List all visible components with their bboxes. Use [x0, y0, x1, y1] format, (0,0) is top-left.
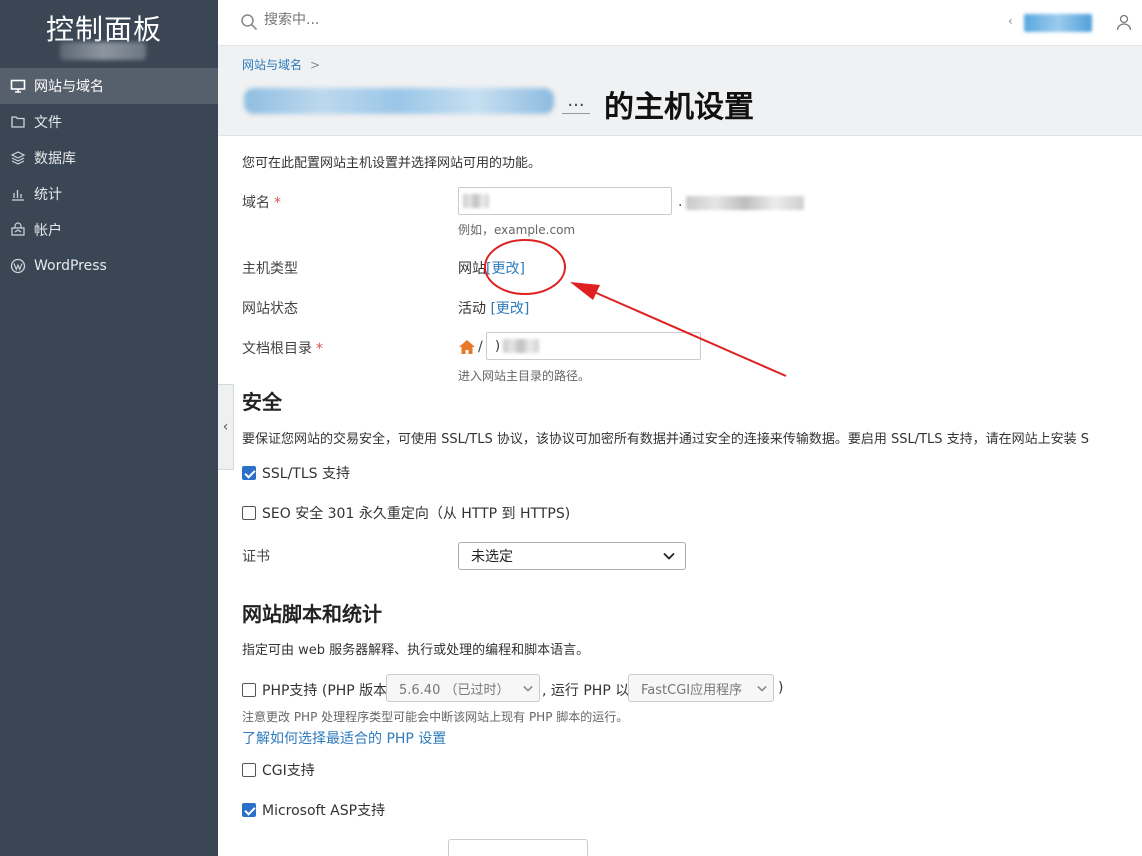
- docroot-slash: /: [478, 339, 483, 355]
- certificate-label: 证书: [242, 549, 270, 565]
- sidebar-item-files[interactable]: 文件: [0, 104, 218, 140]
- database-icon: [10, 150, 26, 166]
- php-support-option: PHP支持 (PHP 版本: [242, 680, 387, 700]
- domain-label: 域名 *: [242, 192, 281, 212]
- sidebar-item-label: 帐户: [34, 223, 62, 239]
- change-site-status-link[interactable]: [更改]: [490, 301, 529, 317]
- seo-redirect-label: SEO 安全 301 永久重定向（从 HTTP 到 HTTPS): [262, 506, 571, 522]
- form-intro: 您可在此配置网站主机设置并选择网站可用的功能。: [242, 156, 542, 171]
- security-description: 要保证您网站的交易安全，可使用 SSL/TLS 协议，该协议可加密所有数据并通过…: [242, 432, 1090, 447]
- subdomain-input[interactable]: [458, 187, 672, 215]
- search-icon: [240, 13, 258, 35]
- docroot-value: ): [495, 339, 501, 354]
- domain-label-text: 域名: [242, 195, 270, 211]
- title-ellipsis-button[interactable]: ...: [562, 90, 590, 114]
- search-input[interactable]: [264, 12, 564, 28]
- required-mark: *: [316, 341, 323, 357]
- user-icon[interactable]: [1116, 13, 1132, 35]
- username-redacted[interactable]: [1024, 14, 1092, 32]
- sidebar-item-label: 数据库: [34, 151, 76, 167]
- topbar: ‹: [218, 0, 1142, 46]
- docroot-hint: 进入网站主目录的路径。: [458, 369, 591, 383]
- asp-label: Microsoft ASP支持: [262, 803, 386, 819]
- annotation-arrow-head: [570, 282, 600, 300]
- change-host-type-link[interactable]: [更改]: [486, 261, 525, 277]
- php-note: 注意更改 PHP 处理程序类型可能会中断该网站上现有 PHP 脚本的运行。: [242, 710, 629, 724]
- bar-chart-icon: [10, 186, 26, 202]
- sidebar-item-label: 网站与域名: [34, 79, 104, 95]
- sidebar-item-label: 统计: [34, 187, 62, 203]
- monitor-icon: [10, 78, 26, 94]
- chevron-down-icon: [663, 548, 675, 564]
- chevron-down-icon: [757, 681, 767, 696]
- site-status-value: 活动: [458, 301, 486, 317]
- site-status-label: 网站状态: [242, 301, 298, 317]
- site-status-value-row: 活动 [更改]: [458, 298, 529, 318]
- ssl-checkbox[interactable]: [242, 466, 256, 480]
- docroot-value-redacted: [503, 339, 539, 353]
- sidebar-brand: 控制面板: [0, 0, 218, 68]
- page-header: 网站与域名 > ... 的主机设置: [218, 46, 1142, 136]
- sidebar-item-label: 文件: [34, 115, 62, 131]
- chevron-left-icon[interactable]: ‹: [1008, 14, 1013, 28]
- security-section-title: 安全: [242, 390, 282, 414]
- folder-icon: [10, 114, 26, 130]
- php-handler-select[interactable]: FastCGI应用程序: [628, 674, 774, 702]
- required-mark: *: [274, 195, 281, 211]
- docroot-label-text: 文档根目录: [242, 341, 312, 357]
- sidebar-collapse-toggle[interactable]: ‹: [218, 384, 234, 470]
- ssl-option[interactable]: SSL/TLS 支持: [242, 463, 350, 483]
- chevron-left-icon: ‹: [222, 419, 229, 435]
- chevron-down-icon: [523, 681, 533, 696]
- cgi-option[interactable]: CGI支持: [242, 760, 315, 780]
- php-support-checkbox[interactable]: [242, 683, 256, 697]
- php-version-value: 5.6.40 （已过时）: [399, 682, 510, 698]
- sidebar-item-websites-domains[interactable]: 网站与域名: [0, 68, 218, 104]
- docroot-label: 文档根目录 *: [242, 338, 323, 358]
- host-type-value: 网站: [458, 261, 486, 277]
- php-run-label: , 运行 PHP 以: [542, 683, 630, 699]
- php-close-paren: ): [778, 680, 784, 696]
- domain-name-redacted: [244, 88, 554, 114]
- scripts-description: 指定可由 web 服务器解释、执行或处理的编程和脚本语言。: [242, 643, 590, 658]
- sidebar-item-databases[interactable]: 数据库: [0, 140, 218, 176]
- sidebar-item-statistics[interactable]: 统计: [0, 176, 218, 212]
- breadcrumb-link-websites[interactable]: 网站与域名: [242, 58, 302, 72]
- page-title: 的主机设置: [604, 90, 754, 125]
- sidebar-item-label: WordPress: [34, 258, 107, 274]
- php-version-select[interactable]: 5.6.40 （已过时）: [386, 674, 540, 702]
- sidebar: 控制面板 网站与域名 文件 数据库 统计 帐户 WordPress: [0, 0, 218, 856]
- parent-domain-redacted: [686, 196, 804, 210]
- certificate-select[interactable]: 未选定: [458, 542, 686, 570]
- subdomain-value-redacted: [463, 194, 489, 208]
- ssl-label: SSL/TLS 支持: [262, 466, 350, 482]
- seo-redirect-option[interactable]: SEO 安全 301 永久重定向（从 HTTP 到 HTTPS): [242, 503, 570, 523]
- cgi-checkbox[interactable]: [242, 763, 256, 777]
- breadcrumb: 网站与域名 >: [242, 56, 320, 73]
- brand-subtitle-redacted: [60, 42, 146, 60]
- home-icon: [458, 339, 476, 359]
- asp-checkbox[interactable]: [242, 803, 256, 817]
- scripts-section-title: 网站脚本和统计: [242, 602, 382, 626]
- certificate-selected-value: 未选定: [471, 549, 513, 565]
- asp-option[interactable]: Microsoft ASP支持: [242, 800, 385, 820]
- domain-dot: .: [678, 194, 683, 210]
- seo-redirect-checkbox[interactable]: [242, 506, 256, 520]
- host-type-label: 主机类型: [242, 261, 298, 277]
- php-settings-help-link[interactable]: 了解如何选择最适合的 PHP 设置: [242, 728, 446, 748]
- next-field-cutoff: [448, 839, 588, 856]
- wordpress-icon: [10, 258, 26, 274]
- account-icon: [10, 222, 26, 238]
- php-handler-value: FastCGI应用程序: [641, 682, 743, 698]
- php-support-label: PHP支持 (PHP 版本: [262, 683, 388, 699]
- sidebar-item-wordpress[interactable]: WordPress: [0, 248, 218, 284]
- domain-hint: 例如，example.com: [458, 223, 576, 237]
- host-type-value-row: 网站[更改]: [458, 258, 525, 278]
- breadcrumb-separator: >: [310, 58, 321, 72]
- docroot-input[interactable]: ): [486, 332, 701, 360]
- sidebar-item-account[interactable]: 帐户: [0, 212, 218, 248]
- cgi-label: CGI支持: [262, 763, 315, 779]
